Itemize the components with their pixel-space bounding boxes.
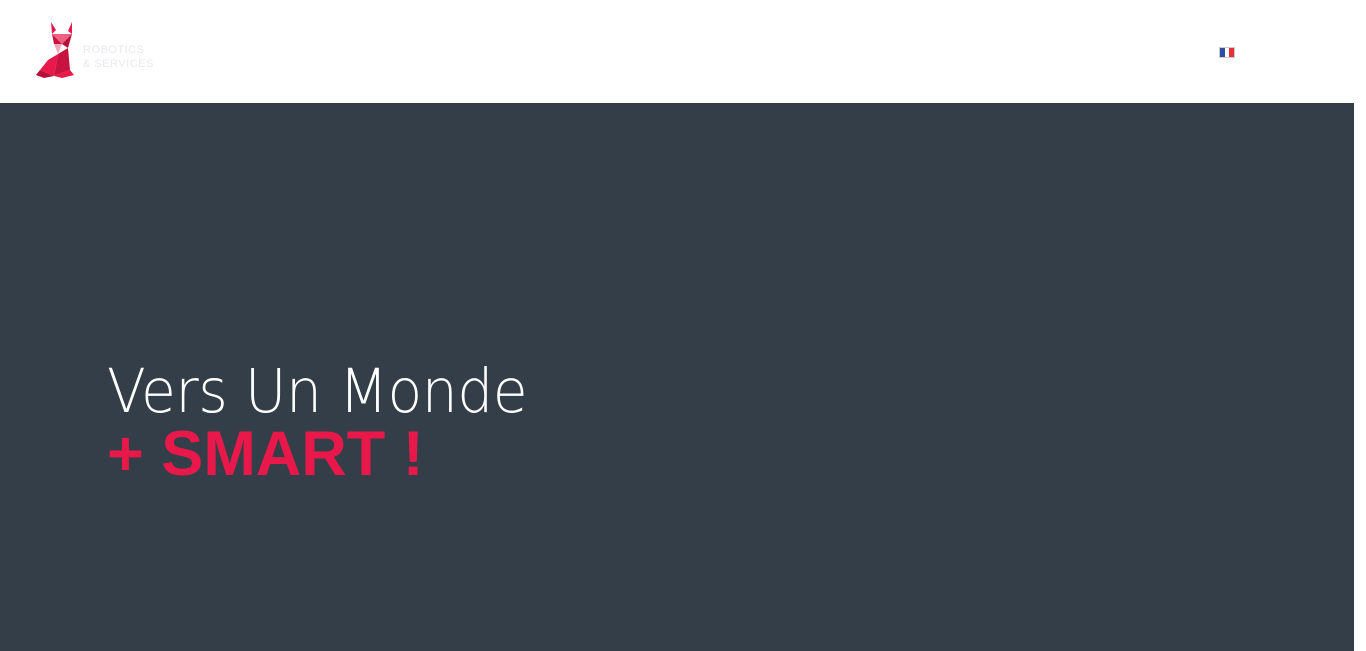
logo-text-line1: ROBOTICS <box>83 44 145 56</box>
fox-origami-icon <box>36 22 74 78</box>
page: ROBOTICS & SERVICES Vers Un Monde + SMAR… <box>0 0 1366 651</box>
site-header: ROBOTICS & SERVICES <box>0 0 1354 103</box>
hero-headline: Vers Un Monde <box>107 356 528 427</box>
hero-tagline: + SMART ! <box>107 419 424 489</box>
logo-text-line2: & SERVICES <box>83 58 154 70</box>
flag-fr-icon[interactable] <box>1219 47 1235 58</box>
logo-link[interactable]: ROBOTICS & SERVICES <box>34 20 164 80</box>
flag-stripe-red <box>1229 48 1235 57</box>
scrollbar[interactable] <box>1354 0 1366 651</box>
